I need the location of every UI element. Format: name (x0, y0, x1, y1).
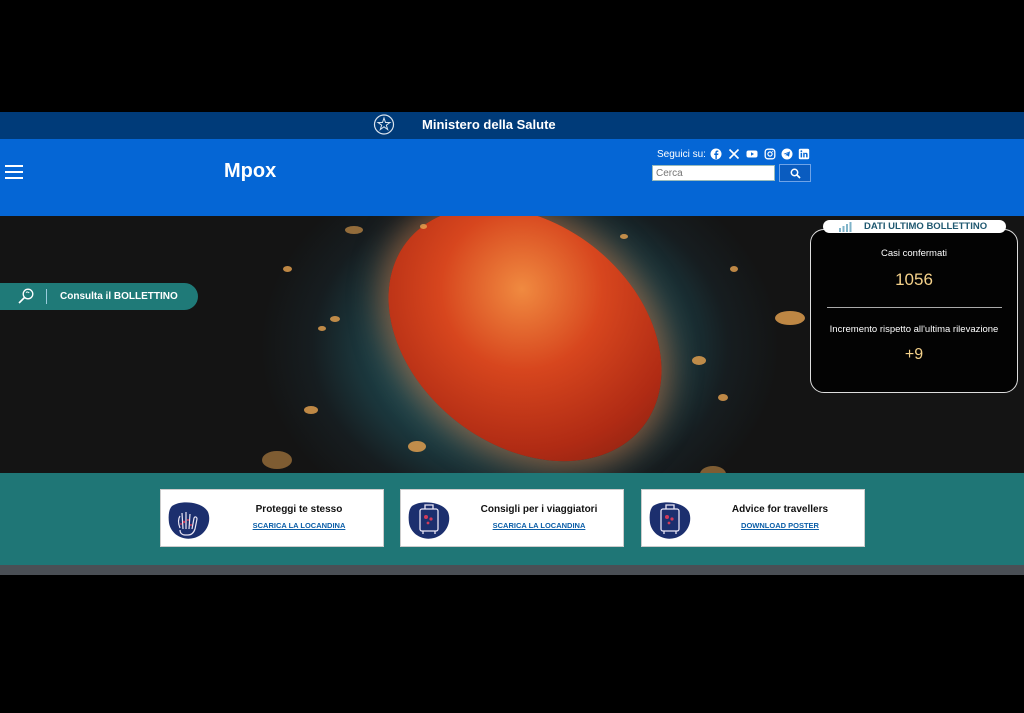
card-title: Consigli per i viaggiatori (480, 504, 598, 515)
card-title: Advice for travellers (731, 504, 829, 515)
x-icon[interactable] (728, 148, 740, 160)
magnifier-icon (18, 288, 34, 304)
instagram-icon[interactable] (764, 148, 776, 160)
menu-icon[interactable] (5, 165, 23, 179)
search-icon (790, 168, 801, 179)
youtube-icon[interactable] (746, 148, 758, 160)
linkedin-icon[interactable] (798, 148, 810, 160)
follow-label: Seguici su: (657, 149, 706, 160)
ministry-name[interactable]: Ministero della Salute (422, 117, 556, 132)
site-header (0, 139, 1024, 216)
card-download-link[interactable]: SCARICA LA LOCANDINA (453, 521, 625, 530)
bulletin-label[interactable]: Consulta il BOLLETTINO (60, 291, 178, 302)
luggage-icon (408, 502, 450, 539)
bar-chart-icon (839, 222, 852, 232)
search-input[interactable] (652, 165, 775, 181)
footer-strip (0, 565, 1024, 575)
data-panel-title: DATI ULTIMO BOLLETTINO (864, 221, 988, 232)
data-divider (827, 307, 1002, 308)
emblem-icon[interactable] (373, 113, 395, 136)
card-download-link[interactable]: DOWNLOAD POSTER (694, 521, 866, 530)
search-button[interactable] (779, 164, 811, 182)
luggage-icon (649, 502, 691, 539)
hand-icon (168, 502, 210, 539)
card-protect-yourself[interactable]: Proteggi te stesso SCARICA LA LOCANDINA (160, 489, 384, 547)
site-title[interactable]: Mpox (224, 160, 276, 183)
card-title: Proteggi te stesso (255, 504, 343, 515)
card-travel-advice-en[interactable]: Advice for travellers DOWNLOAD POSTER (641, 489, 865, 547)
increment-label: Incremento rispetto all'ultima rilevazio… (829, 324, 999, 335)
virus-illustration (338, 216, 712, 473)
bulletin-divider (46, 289, 47, 304)
card-travel-advice-it[interactable]: Consigli per i viaggiatori SCARICA LA LO… (400, 489, 624, 547)
confirmed-cases-label: Casi confermati (881, 248, 947, 259)
telegram-icon[interactable] (781, 148, 793, 160)
increment-value: +9 (904, 346, 924, 363)
confirmed-cases-value: 1056 (895, 270, 933, 289)
card-download-link[interactable]: SCARICA LA LOCANDINA (213, 521, 385, 530)
facebook-icon[interactable] (710, 148, 722, 160)
